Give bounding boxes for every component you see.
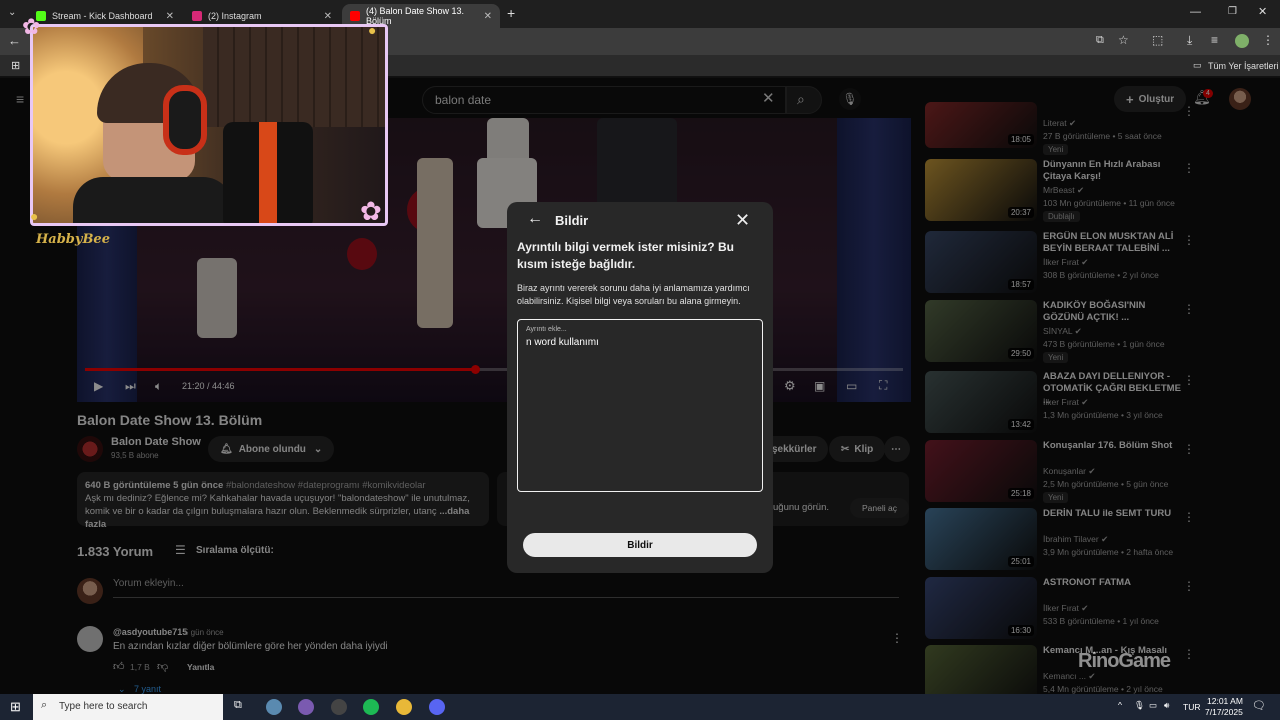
back-icon[interactable]: ← bbox=[8, 33, 21, 48]
apps-icon[interactable]: ⊞ bbox=[11, 59, 20, 72]
obs-icon[interactable] bbox=[331, 699, 347, 715]
search-icon: ⌕ bbox=[41, 699, 48, 711]
task-view-icon[interactable]: ⧉ bbox=[234, 699, 242, 712]
speaker-icon[interactable]: 🔊︎ bbox=[1164, 700, 1169, 711]
notifications-icon[interactable]: 🗨 bbox=[1252, 699, 1266, 712]
webcam-headset bbox=[163, 85, 207, 155]
tab-search-icon[interactable]: ⌄ bbox=[8, 7, 16, 18]
youtube-icon bbox=[350, 11, 360, 21]
windows-start-icon[interactable]: ⊞ bbox=[10, 699, 21, 715]
watermark: RinoGame bbox=[1078, 650, 1171, 672]
tray-chevron-icon[interactable]: ^ bbox=[1118, 700, 1122, 710]
tab-label: (4) Balon Date Show 13. Bölüm bbox=[366, 6, 465, 26]
back-arrow-icon[interactable]: ← bbox=[527, 210, 543, 228]
report-submit-button[interactable]: Bildir bbox=[523, 533, 757, 557]
clock-time[interactable]: 12:01 AM bbox=[1207, 696, 1243, 706]
folder-icon: ▭ bbox=[1193, 60, 1202, 70]
bee-decoration-icon: ● bbox=[30, 208, 39, 224]
webcam-gaming-chair bbox=[223, 122, 313, 223]
close-icon[interactable]: ✕ bbox=[166, 11, 174, 22]
bee-decoration-icon: ● bbox=[368, 22, 377, 38]
download-icon[interactable]: ⤓ bbox=[1187, 33, 1192, 48]
bookmark-star-icon[interactable]: ☆ bbox=[1118, 33, 1129, 47]
flower-decoration-icon: ✿ bbox=[360, 196, 382, 226]
install-icon[interactable]: ⧉ bbox=[1096, 34, 1104, 47]
close-icon[interactable]: ✕ bbox=[484, 11, 492, 22]
webcam-overlay bbox=[30, 24, 388, 226]
close-window-button[interactable]: ✕ bbox=[1258, 5, 1267, 18]
discord-icon[interactable] bbox=[429, 699, 445, 715]
profile-icon[interactable] bbox=[1235, 34, 1249, 48]
app-icon[interactable] bbox=[298, 699, 314, 715]
streamer-name: HabbyBee bbox=[36, 232, 110, 247]
taskbar-search-placeholder: Type here to search bbox=[59, 701, 148, 712]
flower-decoration-icon: ✿ bbox=[22, 14, 41, 39]
tab-label: (2) Instagram bbox=[208, 11, 262, 21]
instagram-icon bbox=[192, 11, 202, 21]
all-bookmarks-link[interactable]: Tüm Yer İşaretleri bbox=[1208, 61, 1279, 71]
dialog-question: Ayrıntılı bilgi vermek ister misiniz? Bu… bbox=[517, 240, 734, 271]
dialog-title: Bildir bbox=[555, 213, 589, 228]
webcam-wall bbox=[203, 27, 385, 127]
app-icon[interactable] bbox=[266, 699, 282, 715]
network-icon[interactable]: ▭ bbox=[1149, 700, 1157, 711]
tab-label: Stream - Kick Dashboard bbox=[52, 11, 153, 21]
media-icon[interactable]: ≡ bbox=[1211, 33, 1218, 47]
mic-icon[interactable]: 🎙 bbox=[1134, 700, 1145, 711]
extensions-icon[interactable]: ⬚ bbox=[1152, 33, 1163, 47]
details-textarea[interactable]: Ayrıntı ekle... n word kullanımı bbox=[517, 319, 763, 492]
details-field-value: n word kullanımı bbox=[526, 337, 599, 348]
report-dialog: ← Bildir ✕ Ayrıntılı bilgi vermek ister … bbox=[507, 202, 773, 573]
details-field-label: Ayrıntı ekle... bbox=[526, 326, 567, 333]
new-tab-button[interactable]: + bbox=[507, 5, 515, 21]
close-icon[interactable]: ✕ bbox=[735, 210, 750, 231]
clock-date[interactable]: 7/17/2025 bbox=[1205, 707, 1243, 717]
dialog-help-text: Biraz ayrıntı vererek sorunu daha iyi an… bbox=[517, 283, 750, 306]
restore-button[interactable]: ❐ bbox=[1228, 6, 1237, 17]
language-indicator[interactable]: TUR bbox=[1183, 702, 1200, 712]
spotify-icon[interactable] bbox=[363, 699, 379, 715]
menu-icon[interactable]: ⋮ bbox=[1262, 33, 1274, 47]
chrome-icon[interactable] bbox=[396, 699, 412, 715]
taskbar-search-input[interactable]: ⌕ Type here to search bbox=[33, 694, 223, 720]
minimize-button[interactable]: — bbox=[1190, 6, 1201, 18]
webcam-person-shirt bbox=[73, 177, 233, 223]
windows-taskbar: ⊞ ⌕ Type here to search ⧉ ^ 🎙 ▭ 🔊︎ TUR 1… bbox=[0, 694, 1280, 720]
close-icon[interactable]: ✕ bbox=[324, 11, 332, 22]
